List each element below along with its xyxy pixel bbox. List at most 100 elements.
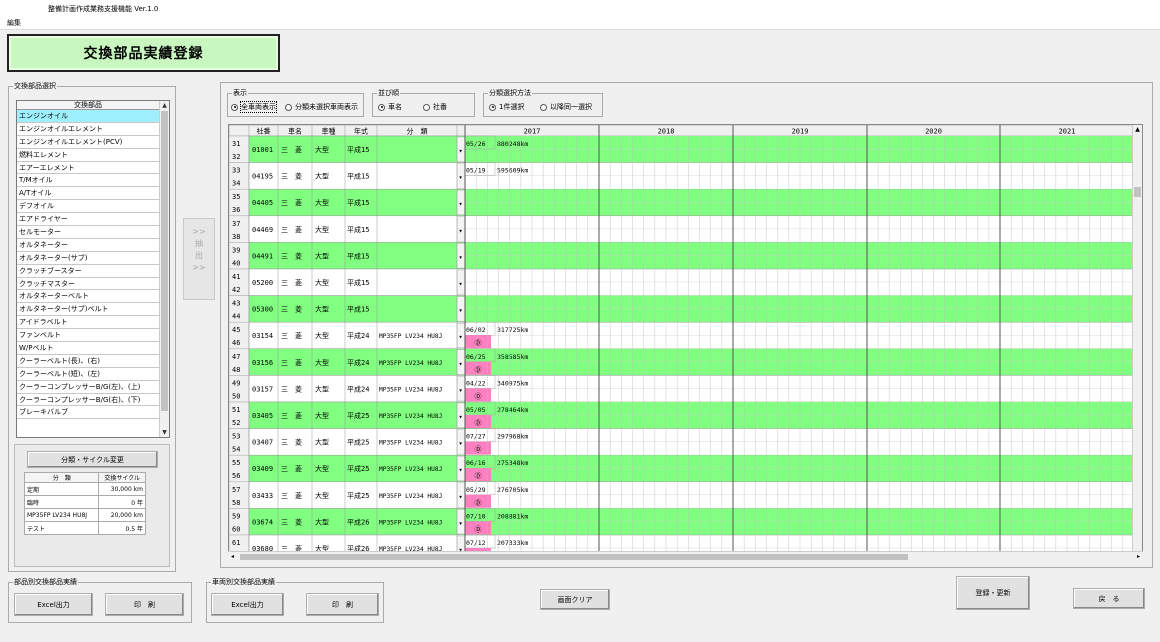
- parts-list-item[interactable]: クーラーベルト(長)、(右): [17, 355, 159, 368]
- cycle-table-row[interactable]: 定期 30,000 km: [23, 482, 146, 496]
- record-mark-icon: Ⓓ: [475, 366, 482, 374]
- register-update-button[interactable]: 登録・更新: [956, 576, 1030, 610]
- parts-list-item[interactable]: エンジンオイルエレメント(PCV): [17, 136, 159, 149]
- vehicle-year: 平成24: [347, 331, 369, 340]
- vehicle-maker: 三 菱: [281, 384, 302, 393]
- radio-display-unclassified[interactable]: 分類未選択車両表示: [285, 102, 358, 112]
- cycle-table-row[interactable]: テスト 0.5 年: [23, 521, 146, 535]
- part-history-legend: 部品別交換部品実績: [14, 578, 77, 586]
- radio-icon: [378, 103, 385, 111]
- cycle-cell: 0.5 年: [98, 521, 146, 535]
- parts-list-item[interactable]: T/Mオイル: [17, 174, 159, 188]
- parts-list[interactable]: 交換部品 エンジンオイル エンジンオイルエレメント エンジンオイルエレメント(PCV…: [16, 100, 170, 438]
- vehicle-id: 03433: [252, 492, 273, 500]
- sort-group-legend: 並び順: [378, 89, 399, 97]
- row-number: 55: [232, 459, 240, 467]
- parts-list-item[interactable]: エンジンオイル: [17, 110, 159, 123]
- row-number: 48: [232, 366, 240, 374]
- vehicle-year: 平成24: [347, 384, 369, 393]
- scroll-right-icon[interactable]: ▸: [1137, 553, 1140, 560]
- vehicle-maker: 三 菱: [281, 358, 302, 367]
- vehicle-grid[interactable]: 社番 車名 車種 年式 分 類 2017 2018 2019 2020 2021 31 32 01001…: [228, 124, 1143, 561]
- vehicle-year: 平成25: [347, 411, 369, 420]
- parts-list-item[interactable]: エアドライヤー: [17, 213, 159, 227]
- parts-list-item[interactable]: オルタネーター: [17, 239, 159, 252]
- radio-select-following[interactable]: 以降同一選択: [540, 102, 592, 112]
- row-number: 52: [232, 419, 240, 427]
- row-number: 40: [232, 259, 240, 267]
- class-cycle-change-button[interactable]: 分類・サイクル変更: [27, 451, 158, 468]
- radio-sort-maker[interactable]: 車名: [378, 102, 402, 112]
- parts-list-item[interactable]: セルモーター: [17, 226, 159, 239]
- vehicle-id: 03407: [252, 439, 273, 447]
- parts-list-item[interactable]: クーラーベルト(短)、(左): [17, 368, 159, 381]
- parts-list-item[interactable]: ブレーキバルブ: [17, 406, 159, 420]
- chevron-down-icon: ▾: [459, 360, 463, 368]
- vehicle-year: 平成24: [347, 358, 369, 367]
- grid-year-header: 2017: [524, 128, 541, 136]
- parts-list-item[interactable]: クラッチブースター: [17, 265, 159, 278]
- clear-screen-button[interactable]: 画面クリア: [540, 589, 610, 610]
- scroll-thumb[interactable]: [161, 111, 168, 411]
- vehicle-id: 05300: [252, 306, 273, 314]
- scroll-down-icon[interactable]: ▼: [160, 428, 169, 437]
- parts-list-item[interactable]: 燃料エレメント: [17, 149, 159, 162]
- record-date: 05/26: [466, 140, 486, 148]
- parts-list-item[interactable]: デフオイル: [17, 200, 159, 214]
- scroll-left-icon[interactable]: ◂: [231, 553, 234, 560]
- cycle-table: 分 類交換サイクル 定期 30,000 km 臨時 0 年 MP35FP LV234 HU…: [23, 472, 146, 535]
- vehicle-maker: 三 菱: [281, 251, 302, 260]
- parts-list-item[interactable]: ファンベルト: [17, 329, 159, 343]
- parts-panel-legend: 交換部品選択: [14, 82, 56, 90]
- back-button[interactable]: 戻 る: [1073, 588, 1145, 609]
- parts-list-item[interactable]: アイドラベルト: [17, 316, 159, 330]
- grid-header-cell: 分 類: [407, 127, 428, 136]
- radio-select-single[interactable]: 1件選択: [489, 102, 524, 112]
- radio-sort-id[interactable]: 社番: [423, 102, 447, 112]
- scroll-up-icon[interactable]: ▲: [1133, 125, 1142, 134]
- cycle-table-header: 分 類交換サイクル: [23, 472, 146, 483]
- parts-list-item[interactable]: オルタネーター(サブ): [17, 252, 159, 265]
- grid-horizontal-scrollbar[interactable]: ◂ ▸: [228, 551, 1143, 561]
- cycle-cell: 0 年: [98, 495, 146, 509]
- chevron-down-icon: ▾: [459, 307, 463, 315]
- radio-display-all[interactable]: 全車両表示: [231, 101, 277, 113]
- parts-list-item[interactable]: エアーエレメント: [17, 162, 159, 175]
- parts-list-item[interactable]: オルタネーター(サブ)ベルト: [17, 303, 159, 317]
- vehicle-type: 大型: [315, 172, 329, 181]
- menu-edit[interactable]: 編集: [7, 19, 21, 27]
- parts-list-item[interactable]: A/Tオイル: [17, 187, 159, 201]
- parts-list-item[interactable]: オルタネーターベルト: [17, 290, 159, 304]
- vehicle-type: 大型: [315, 411, 329, 420]
- scroll-thumb[interactable]: [240, 554, 908, 560]
- part-excel-button[interactable]: Excel出力: [14, 593, 93, 616]
- cycle-cell: テスト: [23, 521, 100, 535]
- scroll-up-icon[interactable]: ▲: [160, 101, 169, 110]
- parts-list-item[interactable]: W/Pベルト: [17, 342, 159, 355]
- parts-list-item[interactable]: エンジンオイルエレメント: [17, 123, 159, 136]
- vehicle-id: 03674: [252, 518, 273, 526]
- row-number: 50: [232, 392, 240, 400]
- cycle-table-row[interactable]: 臨時 0 年: [23, 495, 146, 509]
- extract-button[interactable]: >> 抽 出 >>: [183, 218, 215, 300]
- class-value: MP35FP LV234 HU8J: [379, 466, 442, 473]
- parts-list-item[interactable]: クラッチマスター: [17, 278, 159, 291]
- part-print-button[interactable]: 印 刷: [105, 593, 184, 616]
- vehicle-maker: 三 菱: [281, 145, 302, 154]
- record-km: 358585km: [497, 353, 528, 361]
- vehicle-id: 03409: [252, 465, 273, 473]
- vehicle-type: 大型: [315, 198, 329, 207]
- scroll-thumb[interactable]: [1134, 187, 1141, 197]
- parts-list-item[interactable]: クーラーコンプレッサーB/G(右)、(下): [17, 394, 159, 407]
- record-date: 05/19: [466, 167, 486, 175]
- parts-list-scrollbar[interactable]: ▲ ▼: [159, 101, 169, 437]
- record-km: 317725km: [497, 326, 528, 334]
- vehicle-print-button[interactable]: 印 刷: [306, 593, 379, 616]
- grid-vertical-scrollbar[interactable]: ▲: [1132, 125, 1142, 552]
- vehicle-id: 05200: [252, 279, 273, 287]
- parts-list-item[interactable]: クーラーコンプレッサーB/G(左)、(上): [17, 381, 159, 394]
- cycle-table-row[interactable]: MP35FP LV234 HU8J 20,000 km: [23, 508, 146, 522]
- class-value: MP35FP LV234 HU8J: [379, 360, 442, 367]
- vehicle-excel-button[interactable]: Excel出力: [211, 593, 284, 616]
- vehicle-maker: 三 菱: [281, 198, 302, 207]
